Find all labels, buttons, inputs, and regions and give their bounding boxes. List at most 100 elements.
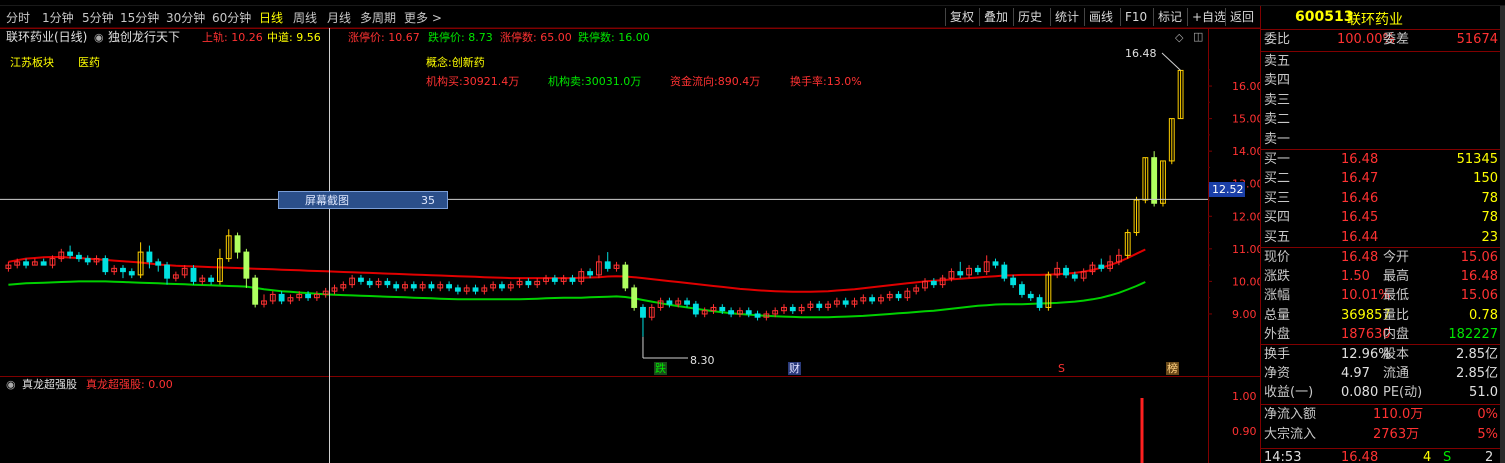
weibi-row: 委比 100.00% 委差 51674 (1261, 31, 1501, 50)
candle-body (499, 284, 505, 289)
y-axis-tick-label: 9.00 (1232, 308, 1257, 321)
candle-body (428, 284, 435, 289)
candle-body (366, 280, 373, 286)
ask-level-row[interactable]: 卖四 (1261, 72, 1501, 91)
candle-body (1098, 264, 1105, 269)
candle-body (1063, 267, 1069, 276)
bid-price: 16.47 (1341, 171, 1379, 187)
stock-period-title: 联环药业(日线) (6, 30, 88, 44)
chart-window-icon[interactable]: ◫ (1193, 30, 1203, 43)
stat-label: 量比 (1383, 307, 1410, 323)
restore-rights-button[interactable]: 复权 (945, 8, 978, 26)
event-marker-s[interactable]: S (1058, 362, 1065, 375)
ask-level-label: 卖一 (1264, 131, 1291, 147)
sub-indicator-name[interactable]: 真龙超强股 (22, 378, 77, 391)
event-marker-finance[interactable]: 财 (788, 362, 801, 375)
period-tab-multi[interactable]: 多周期 (360, 9, 396, 26)
draw-line-button[interactable]: 画线 (1084, 8, 1117, 26)
stat-value: 0.78 (1469, 307, 1498, 323)
chart-diamond-icon[interactable]: ◇ (1175, 31, 1183, 44)
ask-level-label: 卖五 (1264, 54, 1291, 69)
back-button[interactable]: 返回 (1225, 8, 1258, 26)
period-tab-60min[interactable]: 60分钟 (212, 9, 251, 26)
candle-body (164, 264, 170, 279)
fundamental-row[interactable]: 净资 4.97 流通 2.85亿 (1261, 365, 1501, 384)
period-tab-monthly[interactable]: 月线 (327, 9, 351, 26)
period-tab-daily[interactable]: 日线 (259, 9, 283, 26)
candle-body (622, 264, 629, 289)
tooltip-name: 屏幕截图 (305, 194, 349, 207)
concept-tag[interactable]: 概念:创新药 (426, 56, 485, 69)
bid-level-row[interactable]: 买三 16.46 78 (1261, 190, 1501, 209)
candle-body (208, 277, 215, 282)
candle-body (40, 261, 47, 266)
candle-body (454, 287, 461, 292)
candle-body (640, 306, 646, 318)
side-scrollbar[interactable] (1500, 6, 1505, 463)
candle-body (128, 271, 135, 276)
stat-value: 182227 (1448, 326, 1498, 342)
bid-level-label: 买四 (1264, 210, 1291, 226)
ask-level-label: 卖三 (1264, 92, 1291, 108)
event-marker-drop[interactable]: 跌 (654, 362, 667, 375)
bid-level-label: 买二 (1264, 171, 1291, 187)
kline-chart-svg[interactable]: 9.0010.0011.0012.0013.0014.0015.0016.00 (0, 28, 1260, 463)
ask-level-row[interactable]: 卖一 (1261, 131, 1501, 150)
main-indicator-name[interactable]: 独创龙行天下 (108, 31, 180, 44)
bid-level-row[interactable]: 买五 16.44 23 (1261, 229, 1501, 248)
net-flow-label: 资金流向:890.4万 (670, 75, 761, 88)
fund-flow-row[interactable]: 大宗流入 2763万 5% (1261, 426, 1501, 445)
add-watchlist-button[interactable]: +自选 (1187, 8, 1230, 26)
ask-level-row[interactable]: 卖二 (1261, 111, 1501, 130)
stats-button[interactable]: 统计 (1050, 8, 1083, 26)
period-tab-fenshi[interactable]: 分时 (6, 9, 30, 26)
period-tab-1min[interactable]: 1分钟 (42, 9, 74, 26)
sub-indicator-icon[interactable]: ◉ (6, 378, 16, 391)
period-tab-more[interactable]: 更多 > (404, 9, 442, 26)
event-marker-rank[interactable]: 榜 (1166, 362, 1179, 375)
kline-chart[interactable]: 9.0010.0011.0012.0013.0014.0015.0016.00 … (0, 28, 1260, 463)
history-button[interactable]: 历史 (1013, 8, 1046, 26)
stat-row[interactable]: 涨跌 1.50 最高 16.48 (1261, 268, 1501, 287)
bid-level-row[interactable]: 买四 16.45 78 (1261, 209, 1501, 228)
fundamental-label: PE(动) (1383, 385, 1423, 401)
candle-body (992, 261, 999, 266)
stat-row[interactable]: 外盘 187630 内盘 182227 (1261, 326, 1501, 345)
fundamental-row[interactable]: 换手 12.96% 股本 2.85亿 (1261, 346, 1501, 365)
indicator-settings-icon[interactable]: ◉ (94, 31, 104, 44)
bid-level-row[interactable]: 买二 16.47 150 (1261, 170, 1501, 189)
limit-up-price-label: 涨停价: 10.67 (348, 31, 420, 44)
fundamental-label: 股本 (1383, 347, 1410, 362)
high-price-mark: 16.48 (1125, 47, 1157, 60)
ask-level-row[interactable]: 卖五 (1261, 53, 1501, 72)
f10-button[interactable]: F10 (1120, 8, 1151, 26)
stat-row[interactable]: 现价 16.48 今开 15.06 (1261, 249, 1501, 268)
crosshair-price-tag: 12.52 (1209, 182, 1245, 197)
region-tag[interactable]: 江苏板块 (10, 56, 54, 69)
candle-body (957, 271, 964, 276)
mark-button[interactable]: 标记 (1153, 8, 1186, 26)
fundamental-value: 4.97 (1341, 366, 1370, 382)
candle-body (728, 310, 735, 315)
overlay-button[interactable]: 叠加 (979, 8, 1012, 26)
industry-tag[interactable]: 医药 (78, 56, 100, 69)
y-axis-tick-label: 10.00 (1232, 275, 1260, 288)
candle-body (1071, 274, 1078, 279)
period-toolbar: 分时 1分钟 5分钟 15分钟 30分钟 60分钟 日线 周线 月线 多周期 更… (0, 6, 1260, 28)
ask-level-row[interactable]: 卖三 (1261, 92, 1501, 111)
y-axis-tick-label: 15.00 (1232, 113, 1260, 126)
bid-volume: 78 (1481, 190, 1498, 206)
candle-body (745, 310, 752, 315)
fundamental-value: 2.85亿 (1456, 366, 1498, 382)
fundamental-row[interactable]: 收益(一) 0.080 PE(动) 51.0 (1261, 384, 1501, 403)
period-tab-weekly[interactable]: 周线 (293, 9, 317, 26)
bid-level-row[interactable]: 买一 16.48 51345 (1261, 151, 1501, 170)
period-tab-15min[interactable]: 15分钟 (120, 9, 159, 26)
period-tab-30min[interactable]: 30分钟 (166, 9, 205, 26)
stat-row[interactable]: 涨幅 10.01% 最低 15.06 (1261, 287, 1501, 306)
stat-value: 15.06 (1460, 288, 1498, 304)
stat-row[interactable]: 总量 369857 量比 0.78 (1261, 307, 1501, 326)
period-tab-5min[interactable]: 5分钟 (82, 9, 114, 26)
candle-body (684, 300, 690, 305)
fund-flow-row[interactable]: 净流入额 110.0万 0% (1261, 406, 1501, 425)
